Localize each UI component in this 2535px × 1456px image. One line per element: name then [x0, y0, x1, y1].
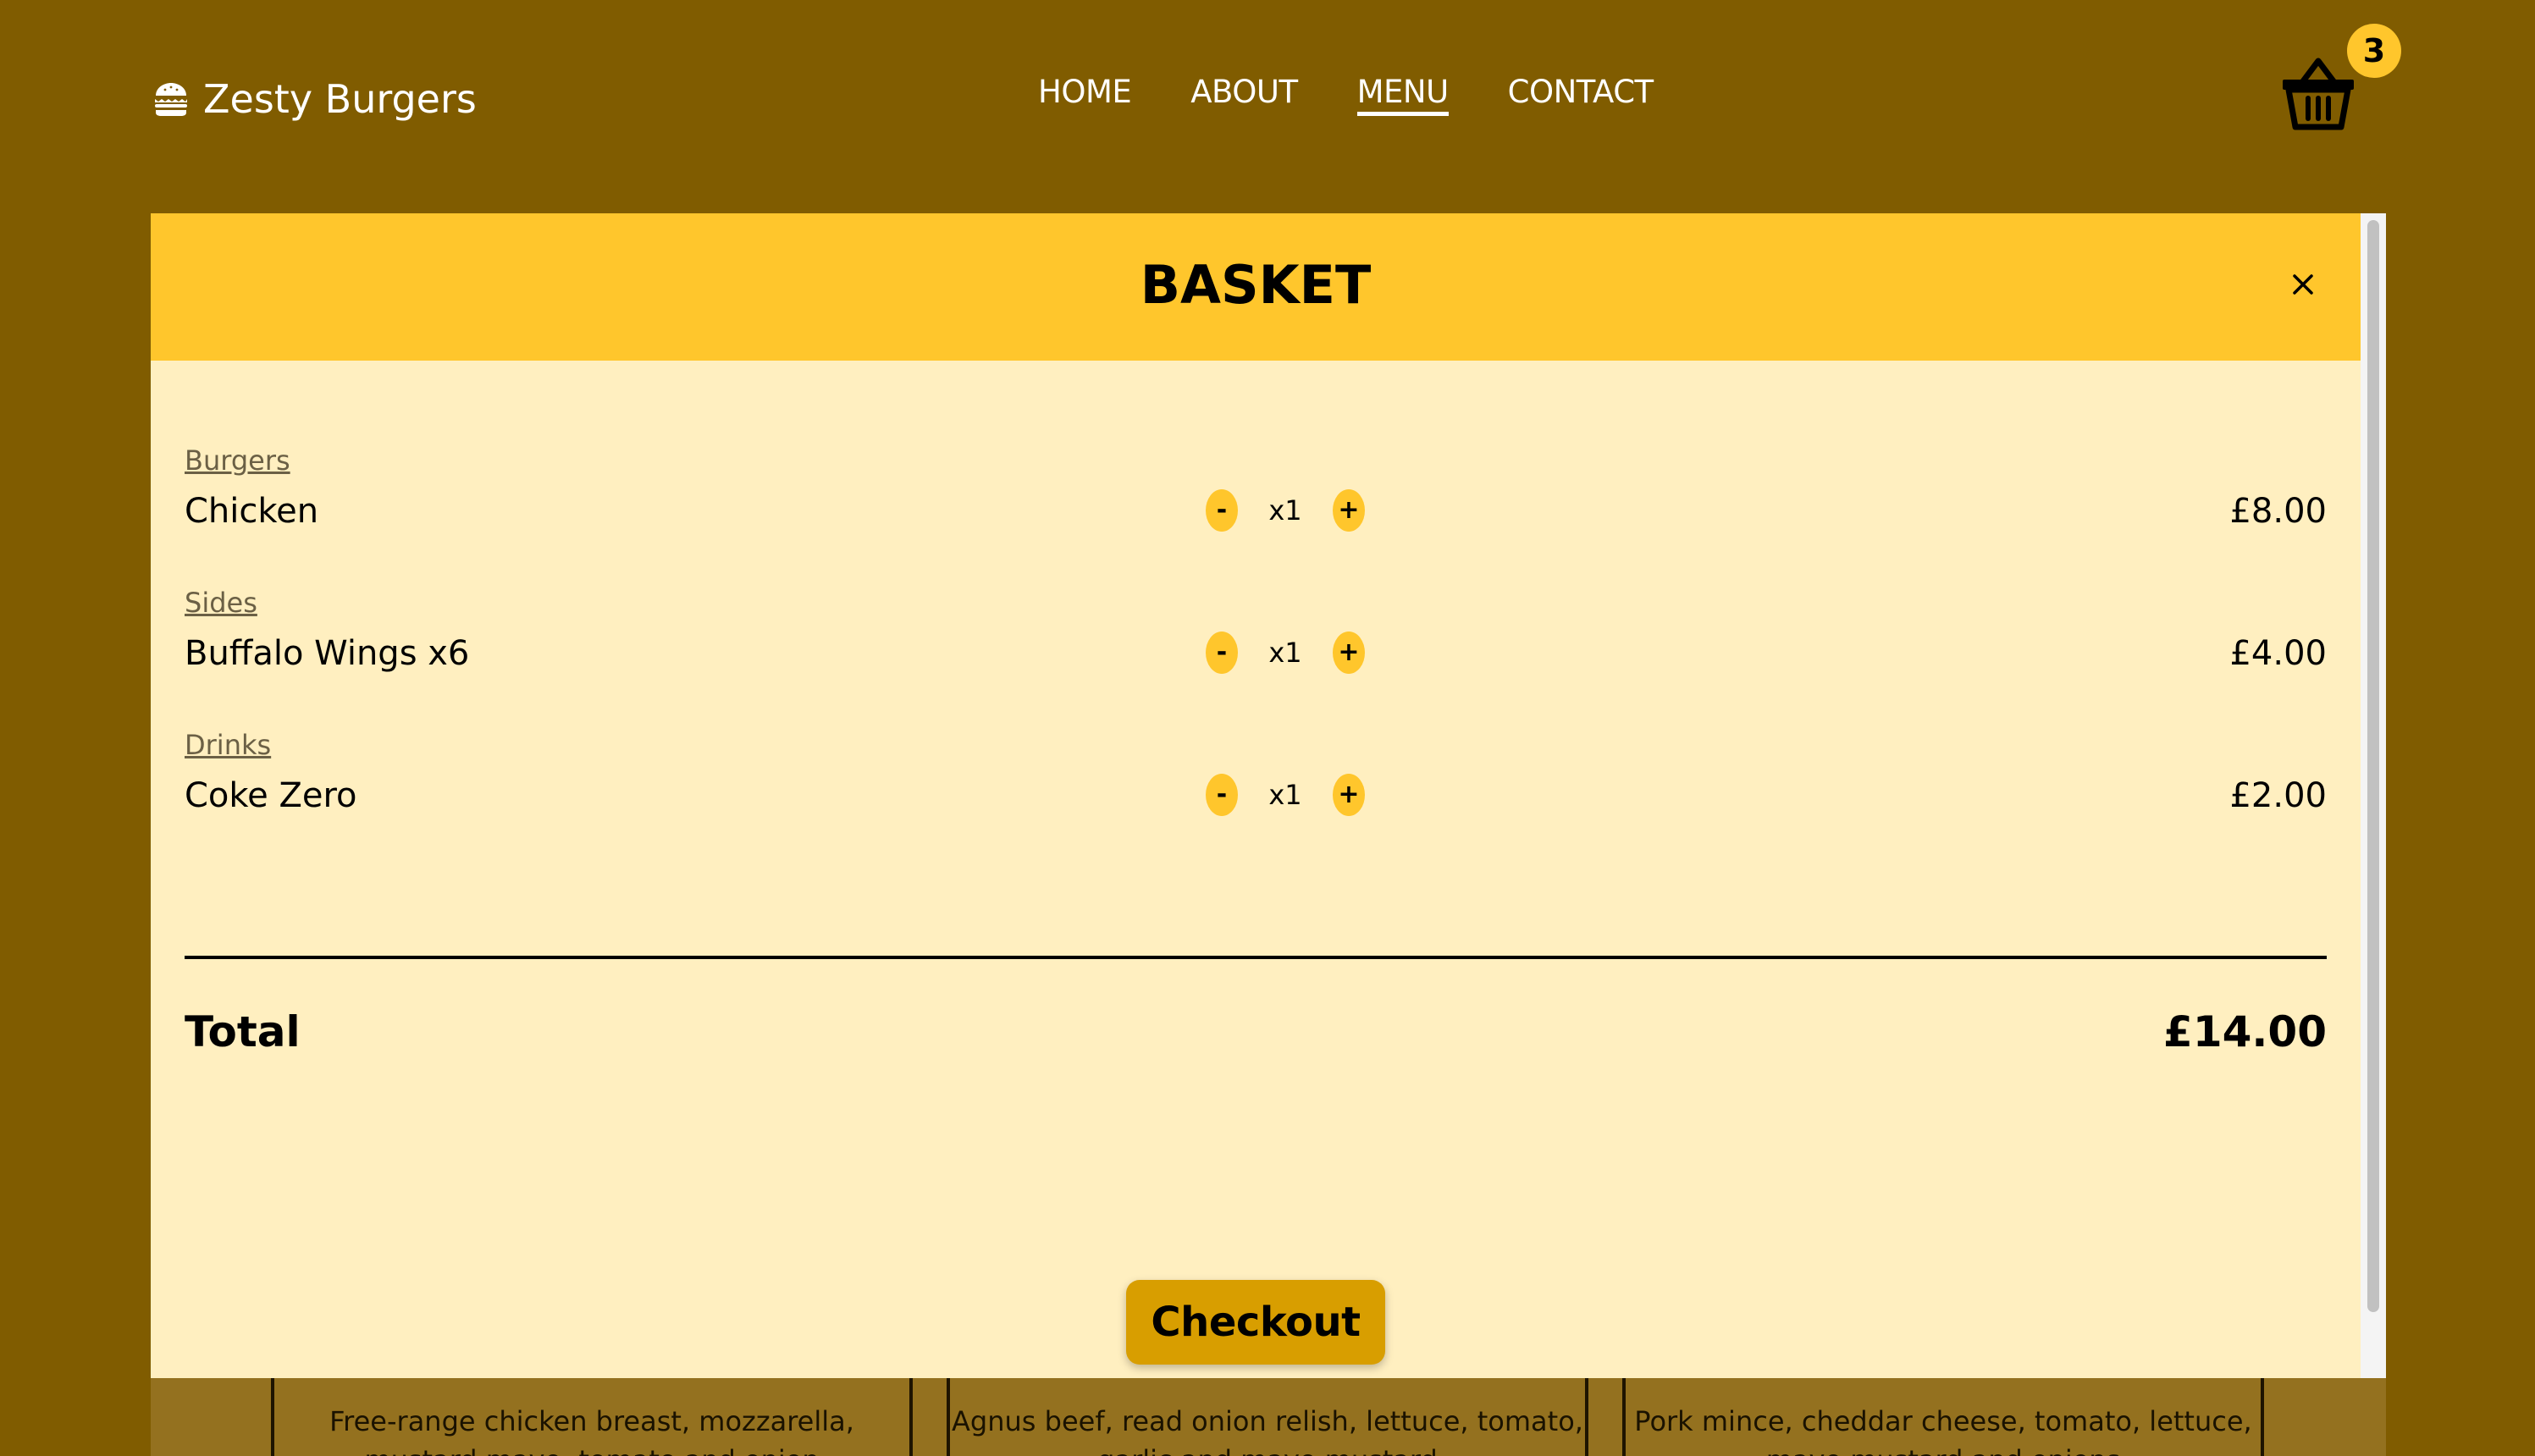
- menu-card[interactable]: Free-range chicken breast, mozzarella, m…: [271, 1378, 913, 1456]
- decrease-quantity-button[interactable]: -: [1206, 774, 1238, 816]
- basket-item: Burgers Chicken - x1 + £8.00: [185, 447, 2327, 540]
- main-nav: HOME ABOUT MENU CONTACT: [1038, 76, 1654, 116]
- top-navbar: Zesty Burgers HOME ABOUT MENU CONTACT 3: [0, 0, 2535, 203]
- nav-link-contact[interactable]: CONTACT: [1508, 76, 1654, 116]
- increase-quantity-button[interactable]: +: [1333, 489, 1365, 532]
- item-quantity: x1: [1268, 494, 1302, 527]
- menu-card[interactable]: Agnus beef, read onion relish, lettuce, …: [947, 1378, 1588, 1456]
- quantity-stepper: - x1 +: [1206, 489, 1365, 532]
- nav-link-about[interactable]: ABOUT: [1190, 76, 1298, 116]
- item-name: Buffalo Wings x6: [185, 634, 470, 673]
- total-amount: £14.00: [2163, 1007, 2327, 1056]
- basket-modal: BASKET Burgers Chicken - x1 + £8.00 Side…: [151, 213, 2386, 1378]
- decrease-quantity-button[interactable]: -: [1206, 489, 1238, 532]
- quantity-stepper: - x1 +: [1206, 774, 1365, 816]
- close-button[interactable]: [2284, 266, 2322, 303]
- basket-item: Drinks Coke Zero - x1 + £2.00: [185, 731, 2327, 825]
- modal-scrollbar[interactable]: [2361, 213, 2386, 1378]
- item-name: Coke Zero: [185, 776, 357, 815]
- menu-card-description: Free-range chicken breast, mozzarella, m…: [329, 1405, 854, 1456]
- brand-logo[interactable]: Zesty Burgers: [151, 69, 477, 129]
- item-quantity: x1: [1268, 779, 1302, 811]
- item-name: Chicken: [185, 492, 319, 531]
- nav-link-home[interactable]: HOME: [1038, 76, 1132, 116]
- item-quantity: x1: [1268, 637, 1302, 669]
- item-price: £2.00: [2229, 776, 2327, 815]
- cart-button[interactable]: [2278, 52, 2359, 134]
- item-category-link[interactable]: Sides: [185, 589, 257, 616]
- basket-item: Sides Buffalo Wings x6 - x1 + £4.00: [185, 589, 2327, 682]
- quantity-stepper: - x1 +: [1206, 631, 1365, 674]
- brand-name: Zesty Burgers: [203, 76, 477, 122]
- menu-card-description: Agnus beef, read onion relish, lettuce, …: [952, 1405, 1583, 1456]
- item-category-link[interactable]: Burgers: [185, 447, 290, 474]
- basket-header: BASKET: [151, 213, 2361, 361]
- item-price: £8.00: [2229, 492, 2327, 531]
- menu-card[interactable]: Pork mince, cheddar cheese, tomato, lett…: [1622, 1378, 2264, 1456]
- close-icon: [2293, 274, 2313, 295]
- total-divider: [185, 956, 2327, 959]
- basket-title: BASKET: [1140, 254, 1372, 316]
- increase-quantity-button[interactable]: +: [1333, 631, 1365, 674]
- item-price: £4.00: [2229, 634, 2327, 673]
- increase-quantity-button[interactable]: +: [1333, 774, 1365, 816]
- decrease-quantity-button[interactable]: -: [1206, 631, 1238, 674]
- total-label: Total: [185, 1007, 301, 1056]
- menu-cards-background: Free-range chicken breast, mozzarella, m…: [151, 1378, 2386, 1456]
- basket-icon: [2283, 58, 2354, 130]
- burger-icon: [155, 83, 187, 116]
- scrollbar-thumb[interactable]: [2367, 220, 2379, 1312]
- checkout-button[interactable]: Checkout: [1126, 1280, 1385, 1365]
- nav-link-menu[interactable]: MENU: [1356, 76, 1449, 116]
- item-category-link[interactable]: Drinks: [185, 731, 271, 758]
- menu-card-description: Pork mince, cheddar cheese, tomato, lett…: [1634, 1405, 2252, 1456]
- cart-count-badge: 3: [2347, 24, 2401, 78]
